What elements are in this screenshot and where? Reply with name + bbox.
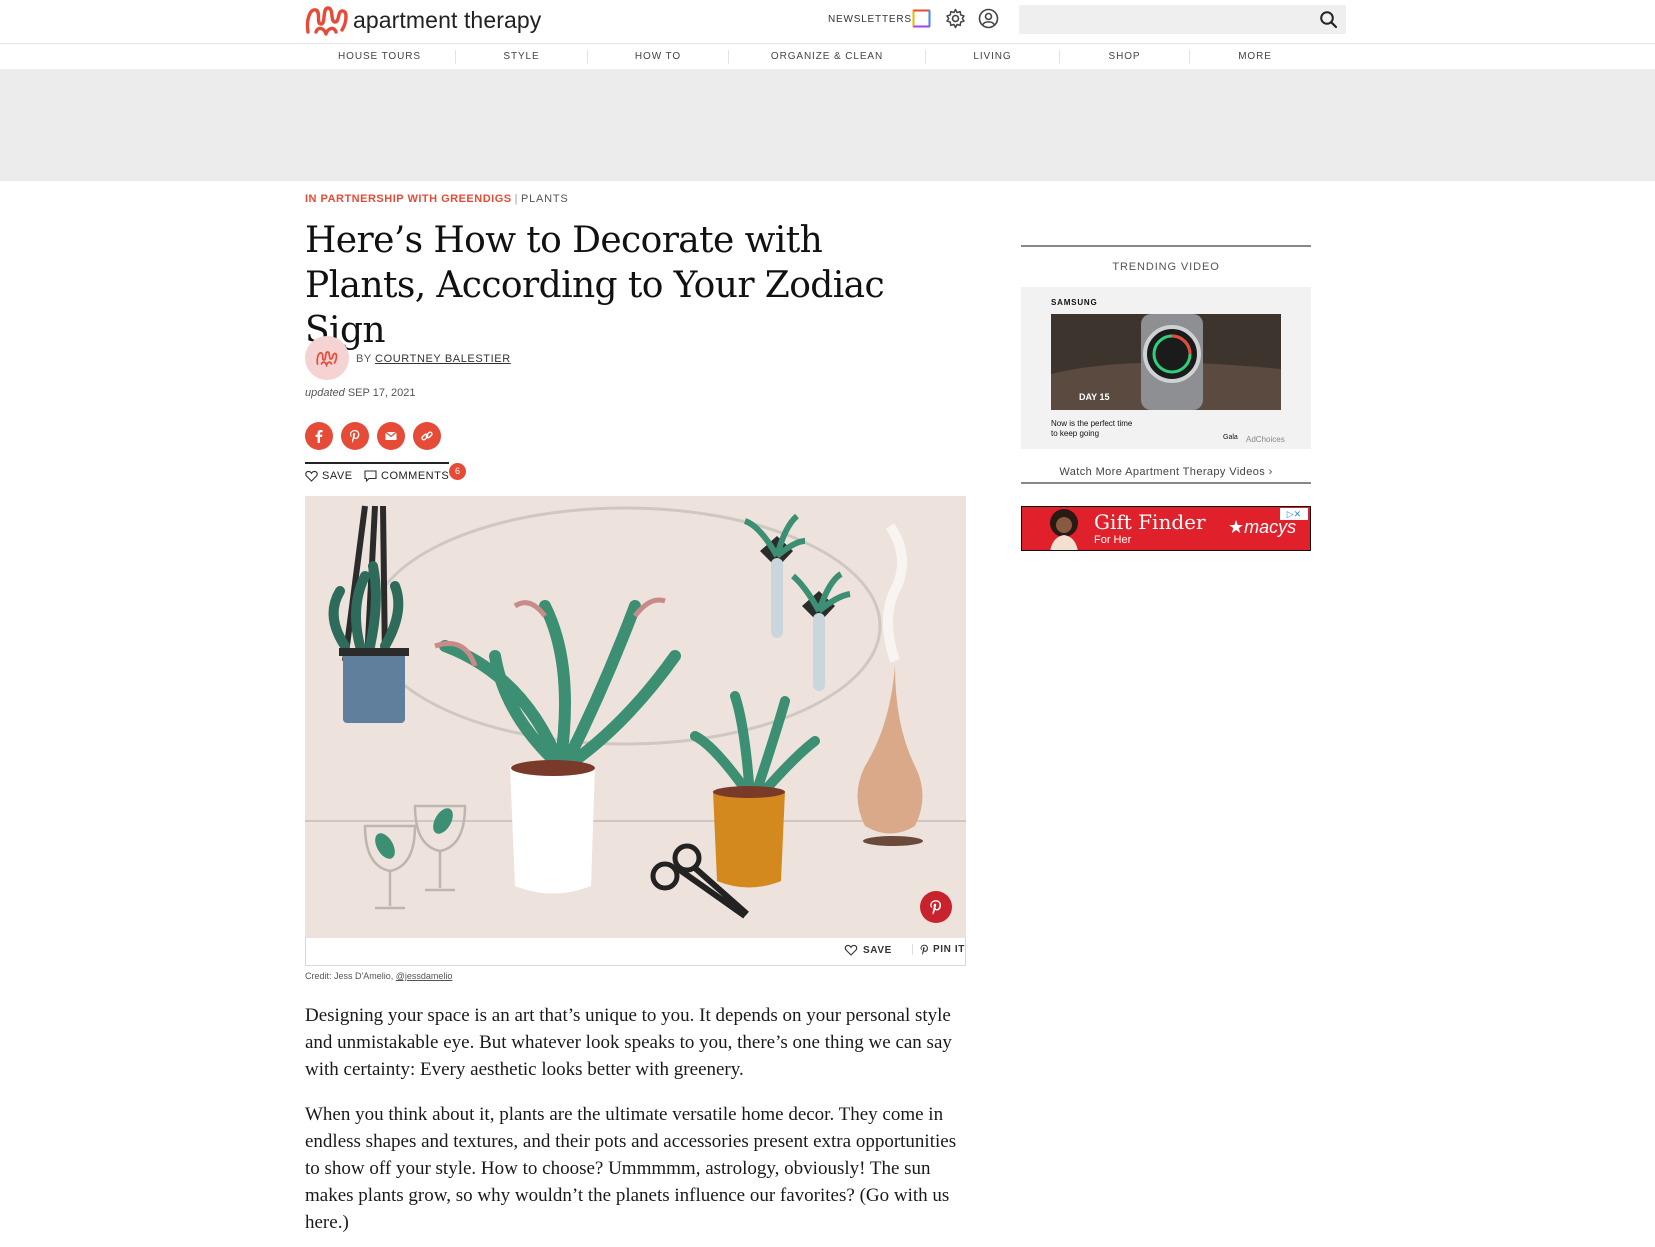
newsletters-link[interactable]: NEWSLETTERS	[828, 14, 912, 25]
nav-more[interactable]: MORE	[1190, 50, 1320, 64]
video-gala-label: Gala	[1223, 434, 1238, 441]
category-link[interactable]: PLANTS	[521, 193, 569, 205]
video-ad-brand: SAMSUNG	[1051, 298, 1098, 307]
pinterest-icon	[930, 900, 942, 915]
nav-organize-clean[interactable]: ORGANIZE & CLEAN	[729, 50, 926, 64]
pinterest-pin-button[interactable]	[920, 891, 952, 923]
author-avatar-logo-icon	[316, 351, 338, 367]
comments-count-badge: 6	[449, 463, 466, 480]
newsletter-icon[interactable]	[912, 9, 931, 28]
byline: BY COURTNEY BALESTIER	[356, 353, 511, 365]
author-link[interactable]: COURTNEY BALESTIER	[375, 353, 511, 365]
macys-logo: ★macys	[1228, 517, 1297, 537]
sidebar-divider	[1021, 245, 1311, 247]
video-caption-line-2: to keep going	[1051, 429, 1100, 438]
site-header: apartment therapy NEWSLETTERS	[0, 0, 1655, 44]
plants-illustration	[305, 496, 966, 938]
heart-icon	[844, 944, 858, 956]
logo-text: apartment therapy	[353, 6, 542, 33]
trending-video-player[interactable]: SAMSUNG DAY 15 Now is the perfect time t…	[1021, 287, 1311, 449]
site-logo[interactable]: apartment therapy	[304, 2, 541, 38]
nav-house-tours[interactable]: HOUSE TOURS	[304, 50, 456, 64]
facebook-share-button[interactable]	[305, 422, 333, 450]
by-label: BY	[356, 353, 372, 365]
video-ad-caption: Now is the perfect time to keep going	[1051, 419, 1132, 439]
updated-value: SEP 17, 2021	[347, 387, 416, 399]
search-input[interactable]	[1029, 5, 1299, 34]
credit-prefix: Credit: Jess D'Amelio,	[305, 971, 394, 981]
pinterest-icon	[350, 430, 360, 443]
article-kicker: IN PARTNERSHIP WITH GREENDIGS | PLANTS	[305, 193, 569, 205]
apartment-therapy-logo-icon	[305, 6, 348, 36]
gear-icon[interactable]	[945, 8, 966, 29]
nav-style[interactable]: STYLE	[456, 50, 588, 64]
ad-close-icon[interactable]: ▷✕	[1280, 508, 1308, 520]
copy-link-button[interactable]	[413, 422, 441, 450]
updated-date: updated SEP 17, 2021	[305, 387, 416, 399]
updated-label: updated	[305, 387, 345, 399]
search-bar	[1019, 5, 1346, 34]
nav-shop[interactable]: SHOP	[1060, 50, 1190, 64]
email-icon	[385, 431, 397, 440]
kicker-separator: |	[514, 193, 518, 205]
ad-title: Gift Finder	[1094, 510, 1206, 534]
ad-model-image	[1050, 509, 1078, 550]
article-paragraph: Designing your space is an art that’s un…	[305, 1005, 952, 1080]
main-nav: HOUSE TOURS STYLE HOW TO ORGANIZE & CLEA…	[304, 45, 1346, 69]
pinterest-icon	[920, 944, 928, 955]
image-save-button[interactable]: SAVE	[844, 944, 892, 956]
macys-ad-banner[interactable]: Gift Finder For Her ★macys ▷✕	[1021, 506, 1311, 551]
author-avatar[interactable]	[305, 336, 349, 380]
facebook-icon	[315, 430, 323, 443]
nav-how-to[interactable]: HOW TO	[588, 50, 729, 64]
article-paragraph: When you think about it, plants are the …	[305, 1104, 957, 1233]
save-divider	[305, 462, 449, 464]
pinterest-share-button[interactable]	[341, 422, 369, 450]
watch-more-videos-link[interactable]: Watch More Apartment Therapy Videos ›	[1021, 466, 1311, 478]
partner-link[interactable]: IN PARTNERSHIP WITH GREENDIGS	[305, 193, 512, 205]
sidebar-divider	[1021, 482, 1311, 484]
ad-subtitle: For Her	[1094, 534, 1132, 546]
trending-video-heading: TRENDING VIDEO	[1112, 261, 1220, 273]
article-headline: Here’s How to Decorate with Plants, Acco…	[305, 220, 885, 351]
account-icon[interactable]	[978, 8, 999, 29]
top-ad-banner[interactable]	[0, 69, 1655, 181]
hero-image[interactable]	[305, 496, 966, 938]
pin-it-label: PIN IT	[933, 944, 965, 955]
search-icon[interactable]	[1319, 10, 1338, 29]
comments-button[interactable]: COMMENTS	[364, 470, 449, 482]
comments-label: COMMENTS	[381, 470, 450, 482]
heart-icon	[305, 470, 318, 482]
pin-it-button[interactable]: PIN IT	[912, 944, 965, 955]
adchoices-link[interactable]: AdChoices	[1246, 435, 1285, 444]
credit-handle-link[interactable]: @jessdamelio	[396, 971, 453, 981]
image-toolbar: SAVE PIN IT	[305, 938, 966, 966]
image-save-label: SAVE	[863, 944, 892, 956]
save-article-button[interactable]: SAVE	[305, 470, 353, 482]
video-caption-line-1: Now is the perfect time	[1051, 419, 1133, 428]
save-label: SAVE	[322, 470, 353, 482]
link-icon	[421, 431, 433, 441]
image-credit: Credit: Jess D'Amelio, @jessdamelio	[305, 971, 452, 981]
video-overlay-text: DAY 15	[1079, 392, 1110, 402]
comment-icon	[364, 470, 377, 482]
nav-living[interactable]: LIVING	[926, 50, 1060, 64]
email-share-button[interactable]	[377, 422, 405, 450]
share-buttons	[305, 422, 441, 450]
video-frame[interactable]: DAY 15	[1051, 314, 1281, 410]
